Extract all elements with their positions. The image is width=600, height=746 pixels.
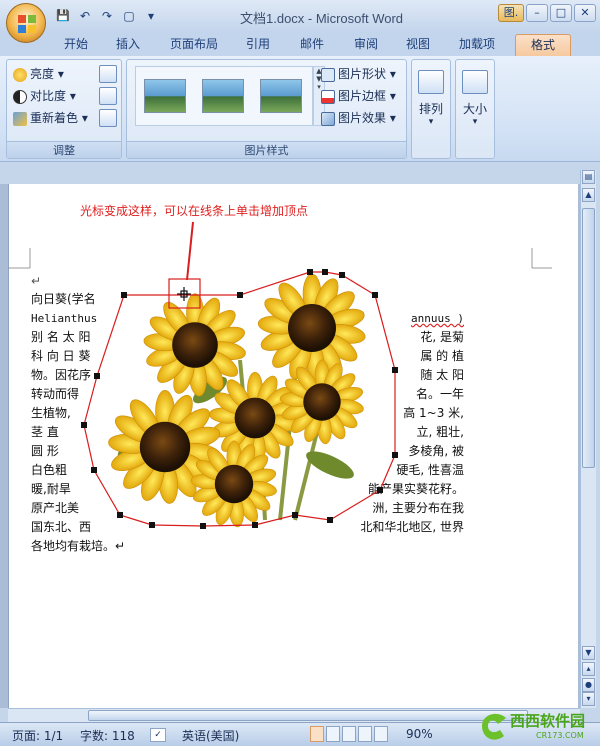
ruler-toggle-icon[interactable]: ▤ [582, 170, 595, 184]
svg-text:CR173.COM: CR173.COM [536, 731, 584, 740]
draft-icon[interactable] [374, 726, 388, 742]
scroll-down-arrow[interactable]: ▼ [582, 646, 595, 660]
language-indicator[interactable]: 英语(美国) [182, 727, 239, 744]
previous-page-icon[interactable]: ▴ [582, 662, 595, 676]
word-count[interactable]: 字数: 118 [80, 727, 135, 744]
print-layout-icon[interactable] [310, 726, 324, 742]
svg-text:西西软件园: 西西软件园 [510, 712, 585, 730]
select-browse-object-icon[interactable]: ● [582, 678, 595, 692]
page-count[interactable]: 页面: 1/1 [12, 727, 63, 744]
horizontal-scroll-thumb[interactable] [88, 710, 528, 721]
next-page-icon[interactable]: ▾ [582, 692, 595, 706]
scroll-thumb[interactable] [582, 208, 595, 468]
web-layout-icon[interactable] [342, 726, 356, 742]
view-buttons [310, 726, 388, 742]
zoom-level[interactable]: 90% [406, 727, 433, 741]
outline-icon[interactable] [358, 726, 372, 742]
sunflower-image-layer [81, 221, 398, 529]
site-watermark-logo: 西西软件园 CR173.COM [476, 706, 596, 742]
vertical-scrollbar[interactable]: ▤ ▲ ▼ ▴ ● ▾ [580, 170, 596, 708]
scroll-up-arrow[interactable]: ▲ [582, 188, 595, 202]
annotation-pointer-line [186, 221, 194, 281]
office-button[interactable] [6, 3, 46, 43]
sunflower-image[interactable] [107, 273, 368, 529]
proofing-icon[interactable]: ✓ [150, 728, 166, 742]
office-logo-icon [18, 15, 36, 33]
full-screen-reading-icon[interactable] [326, 726, 340, 742]
